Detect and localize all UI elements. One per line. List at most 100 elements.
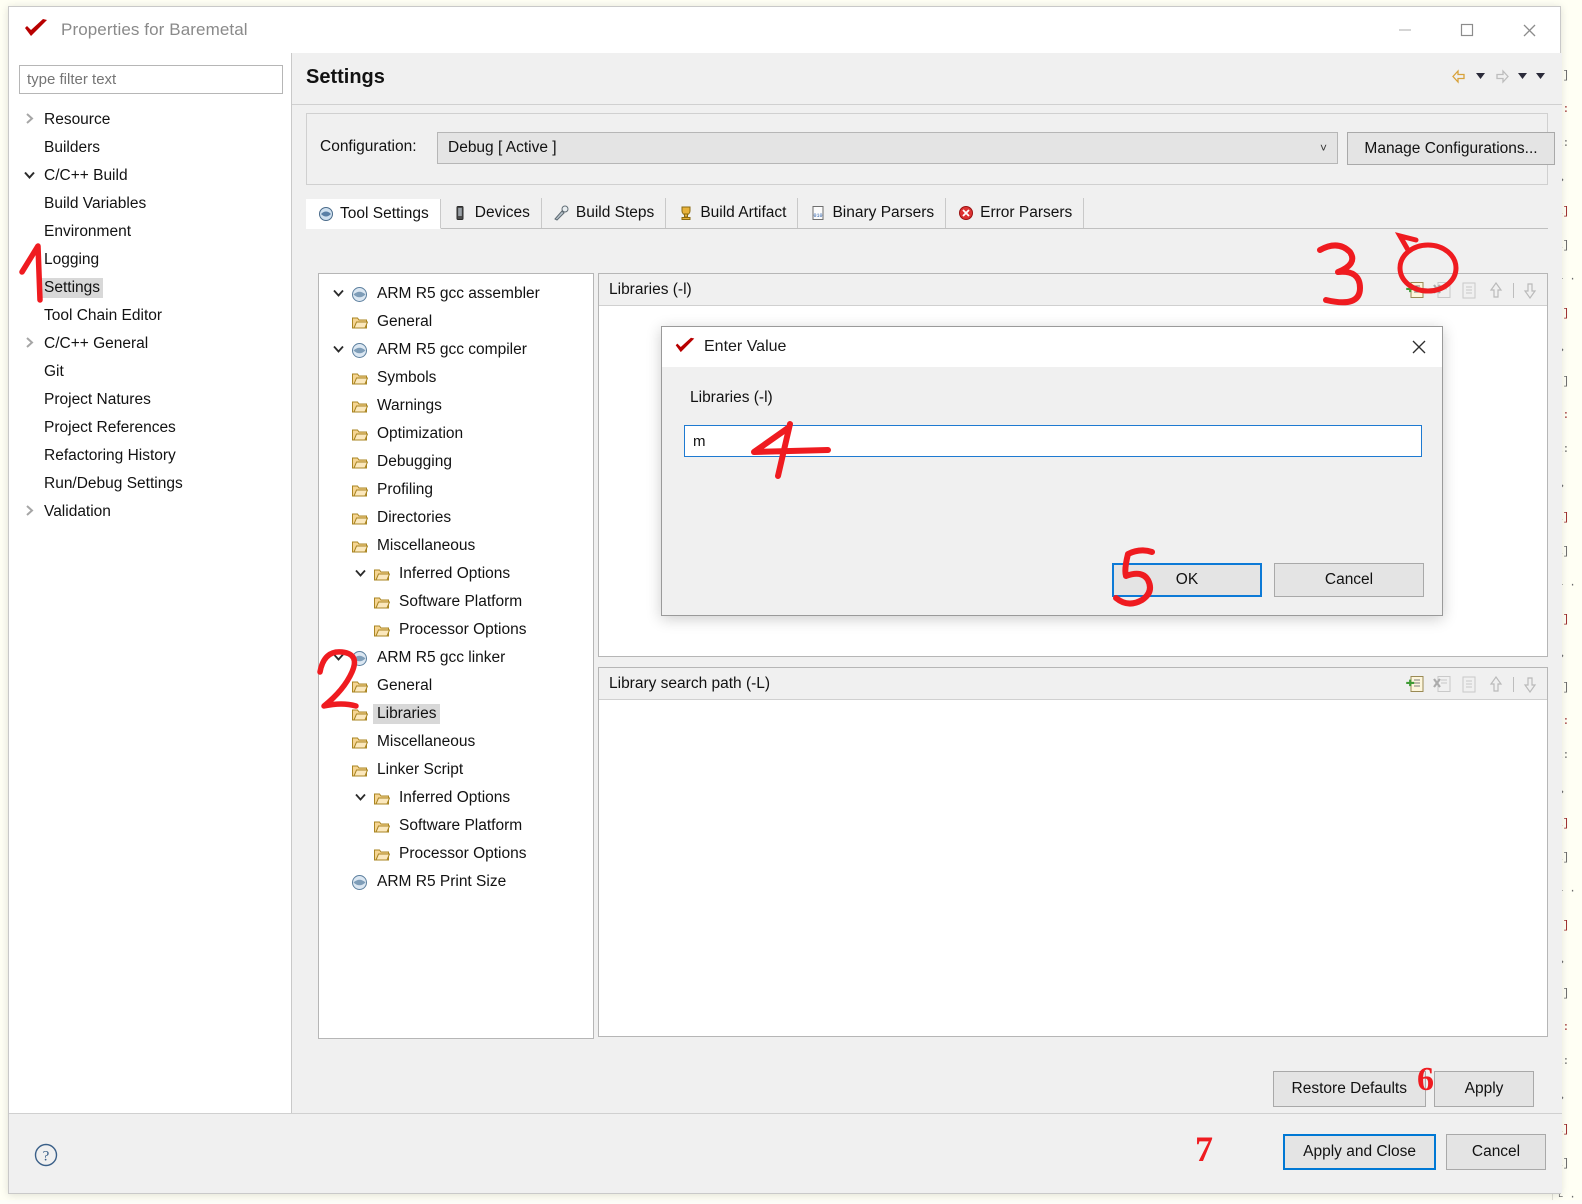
sidebar-item-refactoring-history[interactable]: Refactoring History <box>9 442 291 470</box>
sidebar-item-builders[interactable]: Builders <box>9 134 291 162</box>
tool-tree-item-symbols[interactable]: Symbols <box>319 364 593 392</box>
folder-icon <box>371 818 391 835</box>
tool-tree-item-optimization[interactable]: Optimization <box>319 420 593 448</box>
tab-error-parsers[interactable]: Error Parsers <box>946 198 1084 228</box>
page-title: Settings <box>306 66 385 89</box>
tool-tree-item-arm-r5-gcc-linker[interactable]: ARM R5 gcc linker <box>319 644 593 672</box>
enter-value-cancel-button[interactable]: Cancel <box>1274 563 1424 597</box>
filter-input[interactable] <box>19 65 283 94</box>
manage-configurations-button[interactable]: Manage Configurations... <box>1347 132 1555 165</box>
folder-icon <box>349 314 369 331</box>
forward-arrow-icon[interactable] <box>1490 65 1512 87</box>
binary-parser-icon: 010 <box>809 205 826 222</box>
move-down-icon <box>1520 280 1541 301</box>
move-down-icon <box>1520 674 1541 695</box>
minimize-icon[interactable] <box>1374 7 1436 53</box>
sidebar-item-environment[interactable]: Environment <box>9 218 291 246</box>
chevron-right-icon[interactable] <box>23 504 41 520</box>
tool-tree-item-processor-options[interactable]: Processor Options <box>319 840 593 868</box>
tool-tree-item-processor-options[interactable]: Processor Options <box>319 616 593 644</box>
library-search-path-list[interactable] <box>599 700 1547 1036</box>
tool-tree-item-arm-r5-gcc-compiler[interactable]: ARM R5 gcc compiler <box>319 336 593 364</box>
back-history-chevron-down-icon[interactable] <box>1472 65 1488 87</box>
tab-binary-parsers[interactable]: 010Binary Parsers <box>798 198 946 228</box>
tool-tree-item-linker-script[interactable]: Linker Script <box>319 756 593 784</box>
cancel-button[interactable]: Cancel <box>1446 1134 1546 1170</box>
tab-tool-settings[interactable]: Tool Settings <box>306 199 441 229</box>
sidebar-item-logging[interactable]: Logging <box>9 246 291 274</box>
tool-tree-item-software-platform[interactable]: Software Platform <box>319 588 593 616</box>
tool-settings-tree[interactable]: ARM R5 gcc assemblerGeneralARM R5 gcc co… <box>318 273 594 1039</box>
edit-icon <box>1459 280 1480 301</box>
sidebar-item-settings[interactable]: Settings <box>9 274 291 302</box>
tool-tree-item-miscellaneous[interactable]: Miscellaneous <box>319 728 593 756</box>
tool-tree-item-arm-r5-gcc-assembler[interactable]: ARM R5 gcc assembler <box>319 280 593 308</box>
tool-tree-item-label: Inferred Options <box>395 788 514 808</box>
chevron-down-icon[interactable] <box>327 650 349 666</box>
sidebar-item-validation[interactable]: Validation <box>9 498 291 526</box>
chevron-right-icon[interactable] <box>23 112 41 128</box>
chevron-down-icon[interactable] <box>327 342 349 358</box>
folder-icon <box>349 678 369 695</box>
chevron-down-icon[interactable] <box>349 566 371 582</box>
tool-tree-item-label: Software Platform <box>395 592 526 612</box>
tool-tree-item-inferred-options[interactable]: Inferred Options <box>319 560 593 588</box>
close-icon[interactable] <box>1498 7 1560 53</box>
tool-tree-item-miscellaneous[interactable]: Miscellaneous <box>319 532 593 560</box>
help-icon[interactable]: ? <box>33 1142 59 1168</box>
add-icon[interactable] <box>1405 280 1426 301</box>
close-icon[interactable] <box>1396 327 1442 367</box>
device-icon <box>452 205 469 222</box>
maximize-icon[interactable] <box>1436 7 1498 53</box>
folder-icon <box>371 846 391 863</box>
page-nav-arrows <box>1448 65 1548 87</box>
library-search-path-toolbar <box>1405 668 1541 700</box>
tool-tree-item-libraries[interactable]: Libraries <box>319 700 593 728</box>
tool-tree-item-general[interactable]: General <box>319 308 593 336</box>
navigation-tree: ResourceBuildersC/C++ BuildBuild Variabl… <box>9 102 291 526</box>
sidebar-item-project-natures[interactable]: Project Natures <box>9 386 291 414</box>
tool-tree-item-arm-r5-print-size[interactable]: ARM R5 Print Size <box>319 868 593 896</box>
sidebar-item-run-debug-settings[interactable]: Run/Debug Settings <box>9 470 291 498</box>
apply-button[interactable]: Apply <box>1434 1071 1534 1107</box>
tab-devices[interactable]: Devices <box>441 198 542 228</box>
folder-icon <box>349 426 369 443</box>
apply-and-close-button[interactable]: Apply and Close <box>1283 1134 1436 1170</box>
chevron-down-icon[interactable] <box>349 790 371 806</box>
sidebar-item-label: Environment <box>41 222 134 242</box>
tool-tree-item-directories[interactable]: Directories <box>319 504 593 532</box>
tool-tree-item-software-platform[interactable]: Software Platform <box>319 812 593 840</box>
sidebar-item-git[interactable]: Git <box>9 358 291 386</box>
tool-tree-item-inferred-options[interactable]: Inferred Options <box>319 784 593 812</box>
enter-value-input[interactable] <box>684 425 1422 457</box>
forward-history-chevron-down-icon[interactable] <box>1514 65 1530 87</box>
back-arrow-icon[interactable] <box>1448 65 1470 87</box>
tool-tree-item-general[interactable]: General <box>319 672 593 700</box>
page-menu-chevron-down-icon[interactable] <box>1532 65 1548 87</box>
tool-tree-item-label: Software Platform <box>395 816 526 836</box>
restore-defaults-button[interactable]: Restore Defaults <box>1273 1071 1426 1107</box>
chevron-right-icon[interactable] <box>23 336 41 352</box>
chevron-down-icon[interactable] <box>23 168 41 184</box>
tool-tree-item-debugging[interactable]: Debugging <box>319 448 593 476</box>
sidebar-item-build-variables[interactable]: Build Variables <box>9 190 291 218</box>
tab-build-steps[interactable]: Build Steps <box>542 198 666 228</box>
sidebar-item-c-c-general[interactable]: C/C++ General <box>9 330 291 358</box>
ok-button[interactable]: OK <box>1112 563 1262 597</box>
tool-tree-item-profiling[interactable]: Profiling <box>319 476 593 504</box>
tab-label: Build Artifact <box>700 204 786 222</box>
sidebar-item-label: Settings <box>41 278 103 298</box>
configuration-combo[interactable]: Debug [ Active ] ˅ <box>437 132 1338 164</box>
library-search-path-group: Library search path (-L) <box>598 667 1548 1037</box>
chevron-down-icon[interactable] <box>327 286 349 302</box>
sidebar-item-c-c-build[interactable]: C/C++ Build <box>9 162 291 190</box>
sidebar-item-resource[interactable]: Resource <box>9 106 291 134</box>
tab-build-artifact[interactable]: Build Artifact <box>666 198 798 228</box>
add-icon[interactable] <box>1405 674 1426 695</box>
background-left-strip <box>0 0 8 1200</box>
tool-tree-item-warnings[interactable]: Warnings <box>319 392 593 420</box>
folder-icon <box>349 510 369 527</box>
sidebar-item-tool-chain-editor[interactable]: Tool Chain Editor <box>9 302 291 330</box>
tab-label: Error Parsers <box>980 204 1072 222</box>
sidebar-item-project-references[interactable]: Project References <box>9 414 291 442</box>
